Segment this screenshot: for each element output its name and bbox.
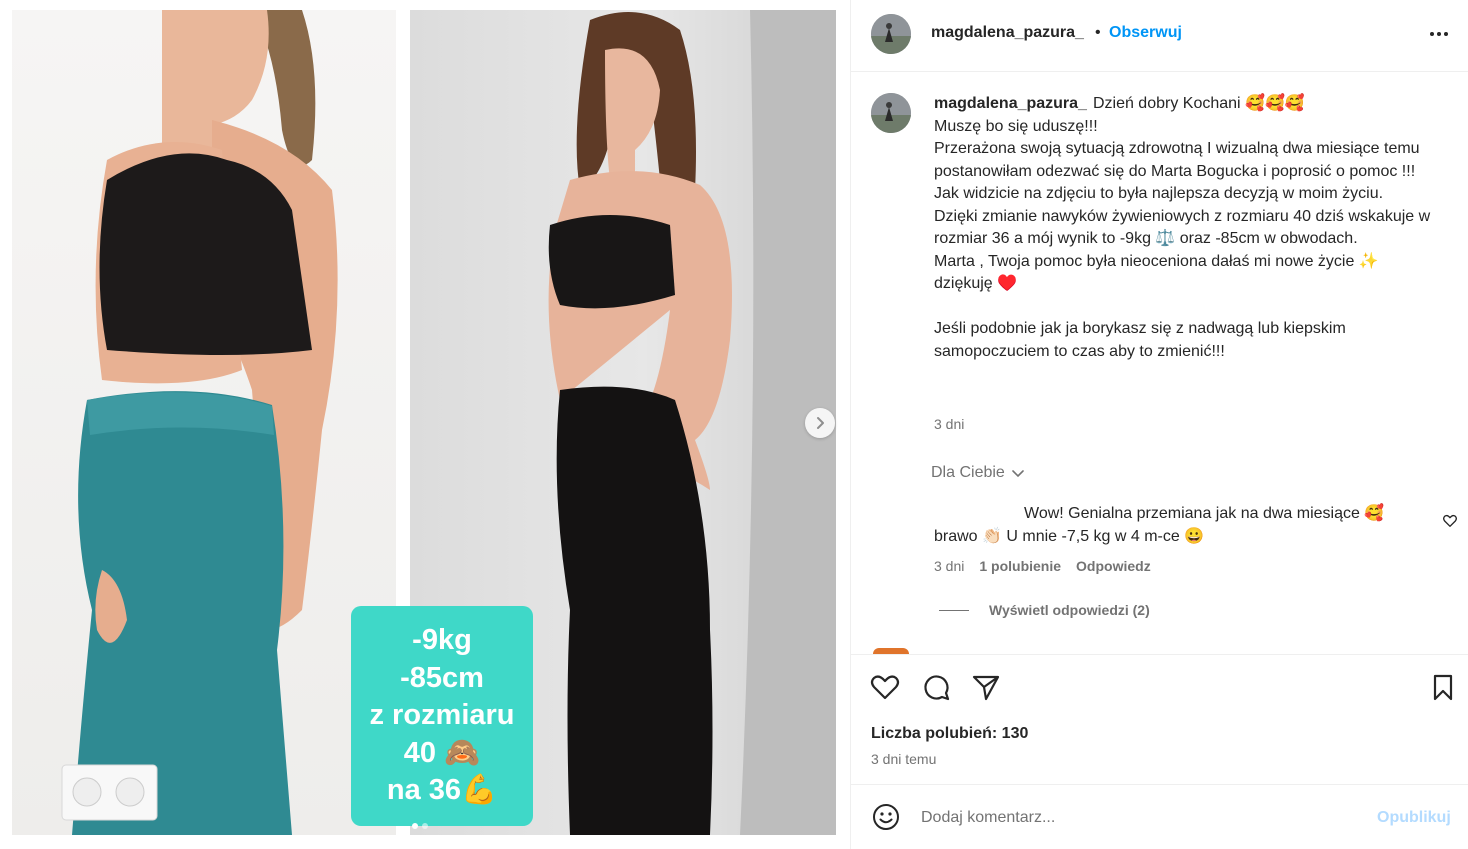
before-photo [12, 10, 396, 835]
post-caption: magdalena_pazura_ Dzień dobry Kochani 🥰🥰🥰… [934, 93, 1439, 363]
carousel-dot-active [412, 823, 418, 829]
caption-avatar[interactable] [871, 93, 911, 133]
avatar[interactable] [871, 14, 911, 54]
stats-overlay: -9kg -85cm z rozmiaru 40 🙈 na 36💪 [351, 606, 533, 826]
overlay-line: -9kg [412, 624, 472, 657]
caption-timestamp[interactable]: 3 dni [934, 416, 964, 432]
comment-meta: 3 dni 1 polubienie Odpowiedz [934, 558, 1151, 574]
overlay-line: z rozmiaru [369, 699, 515, 732]
post-media[interactable]: -9kg -85cm z rozmiaru 40 🙈 na 36💪 [0, 0, 850, 849]
overlay-line: na 36💪 [386, 774, 498, 807]
caption-line: Dzień dobry Kochani 🥰🥰🥰 [1092, 95, 1305, 112]
post-actions: Liczba polubień: 130 3 dni temu [851, 654, 1468, 784]
caption-line: ​ [934, 296, 1439, 319]
heart-icon[interactable] [869, 671, 901, 703]
more-horizontal-icon[interactable] [1427, 22, 1451, 46]
header-username[interactable]: magdalena_pazura_ [931, 24, 1084, 42]
caption-username[interactable]: magdalena_pazura_ [934, 95, 1087, 112]
view-replies-button[interactable]: Wyświetl odpowiedzi (2) [939, 602, 1150, 618]
follow-button[interactable]: Obserwuj [1109, 24, 1182, 42]
heart-icon[interactable] [1442, 513, 1458, 529]
caption-line: Przerażona swoją sytuacją zdrowotną I wi… [934, 140, 1425, 180]
chevron-right-icon [817, 417, 824, 429]
carousel-indicator [412, 823, 428, 829]
comment-likes[interactable]: 1 polubienie [979, 558, 1061, 574]
comment-timestamp[interactable]: 3 dni [934, 558, 964, 574]
publish-button[interactable]: Opublikuj [1377, 809, 1451, 827]
comment-icon[interactable] [920, 671, 952, 703]
header-separator: • [1095, 24, 1101, 41]
view-replies-label: Wyświetl odpowiedzi (2) [989, 602, 1150, 618]
overlay-line: 40 🙈 [403, 736, 481, 769]
carousel-dot [422, 823, 428, 829]
for-you-filter[interactable]: Dla Ciebie [931, 464, 1025, 482]
post-timestamp[interactable]: 3 dni temu [871, 751, 936, 767]
comment-box: Opublikuj [851, 784, 1468, 849]
chevron-down-icon [1012, 470, 1024, 478]
bookmark-icon[interactable] [1427, 671, 1459, 703]
carousel-next-button[interactable] [805, 408, 835, 438]
post-header: magdalena_pazura_ • Obserwuj [851, 0, 1468, 72]
overlay-line: -85cm [400, 661, 484, 694]
emoji-icon[interactable] [871, 802, 901, 832]
for-you-label: Dla Ciebie [931, 464, 1005, 481]
reply-button[interactable]: Odpowiedz [1076, 558, 1151, 574]
caption-line: Jeśli podobnie jak ja borykasz się z nad… [934, 320, 1351, 360]
comment-text: Wow! Genialna przemiana jak na dwa miesi… [934, 505, 1385, 545]
caption-line: Dzięki zmianie nawyków żywieniowych z ro… [934, 207, 1435, 248]
likes-count[interactable]: Liczba polubień: 130 [871, 725, 1028, 743]
caption-line: Muszę bo się uduszę!!! [934, 117, 1098, 135]
caption-line: Jak widzicie na zdjęciu to była najlepsz… [934, 185, 1384, 202]
post-side-panel: magdalena_pazura_ • Obserwuj magdalena_p… [850, 0, 1468, 849]
share-icon[interactable] [970, 671, 1002, 703]
divider [939, 609, 969, 611]
comment-input[interactable] [921, 806, 1361, 830]
caption-line: Marta , Twoja pomoc była nieoceniona dał… [934, 252, 1384, 293]
